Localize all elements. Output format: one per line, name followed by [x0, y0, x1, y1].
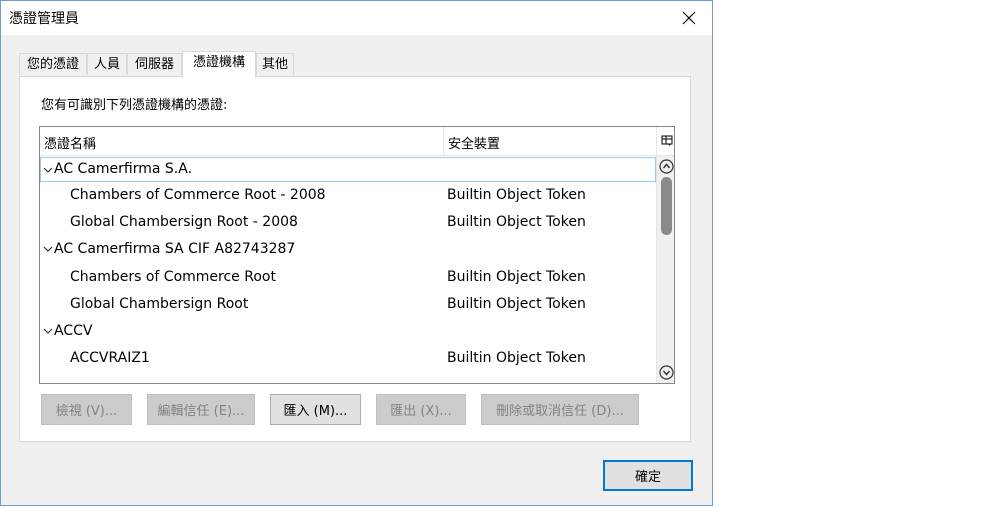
column-header-name[interactable]: 憑證名稱: [44, 133, 96, 152]
scroll-up-icon: [659, 159, 674, 174]
certificate-name: Chambers of Commerce Root - 2008: [70, 187, 326, 203]
certificate-name: Global Chambersign Root - 2008: [70, 214, 298, 231]
tree-row[interactable]: Global Chambersign Root - 2008 Builtin Ob…: [40, 209, 656, 236]
tree-group-row[interactable]: AC Camerfirma SA CIF A82743287: [40, 236, 656, 263]
column-picker-button[interactable]: [656, 127, 674, 155]
scroll-up-button[interactable]: [658, 158, 674, 175]
export-button[interactable]: 匯出 (X)...: [376, 394, 466, 425]
tab-authorities[interactable]: 憑證機構: [182, 51, 256, 78]
column-header-device[interactable]: 安全裝置: [448, 133, 500, 152]
delete-distrust-button[interactable]: 刪除或取消信任 (D)...: [481, 394, 639, 425]
vertical-scrollbar[interactable]: [656, 156, 674, 383]
view-button[interactable]: 檢視 (V)...: [41, 394, 132, 425]
security-device: Builtin Object Token: [447, 187, 586, 203]
column-separator[interactable]: [443, 127, 444, 155]
security-device: Builtin Object Token: [447, 268, 586, 285]
certificate-tree[interactable]: 憑證名稱 安全裝置 AC Camerfirma S.A. Chambers of …: [39, 126, 675, 384]
certificate-name: ACCVRAIZ1: [70, 350, 150, 367]
close-icon: [682, 11, 696, 25]
tree-group-row[interactable]: ACCV: [40, 318, 656, 345]
security-device: Builtin Object Token: [447, 214, 586, 231]
tab-servers[interactable]: 伺服器: [127, 53, 182, 75]
column-picker-icon: [661, 135, 672, 146]
scroll-down-button[interactable]: [658, 364, 674, 381]
panel-description: 您有可識別下列憑證機構的憑證:: [41, 98, 228, 113]
title-bar: 憑證管理員: [1, 1, 712, 35]
close-button[interactable]: [666, 1, 712, 35]
tree-row[interactable]: ACCVRAIZ1 Builtin Object Token: [40, 345, 656, 372]
edit-trust-button[interactable]: 編輯信任 (E)...: [147, 394, 255, 425]
tree-row[interactable]: Chambers of Commerce Root - 2008 Builtin …: [40, 182, 656, 209]
chevron-down-icon[interactable]: [42, 318, 54, 345]
window-title: 憑證管理員: [9, 11, 79, 27]
tree-row[interactable]: Global Chambersign Root Builtin Object To…: [40, 291, 656, 318]
scroll-down-icon: [659, 365, 674, 380]
certificate-name: Global Chambersign Root: [70, 295, 249, 312]
tree-header: 憑證名稱 安全裝置: [40, 127, 674, 156]
chevron-down-icon[interactable]: [42, 236, 54, 263]
import-button[interactable]: 匯入 (M)...: [270, 394, 361, 425]
authority-name: AC Camerfirma SA CIF A82743287: [54, 241, 296, 258]
chevron-down-icon[interactable]: [42, 157, 54, 184]
certificate-manager-dialog: 憑證管理員 您的憑證 人員 伺服器 憑證機構 其他 您有可識別下列憑證機構的憑證…: [0, 0, 713, 506]
authority-name: AC Camerfirma S.A.: [54, 161, 193, 177]
tree-rows: AC Camerfirma S.A. Chambers of Commerce R…: [40, 156, 656, 372]
certificate-name: Chambers of Commerce Root: [70, 268, 276, 285]
authority-name: ACCV: [54, 322, 93, 339]
scrollbar-thumb[interactable]: [661, 177, 672, 235]
ok-button[interactable]: 確定: [603, 460, 693, 491]
security-device: Builtin Object Token: [447, 350, 586, 367]
tab-others[interactable]: 其他: [256, 53, 294, 75]
tab-panel: 您有可識別下列憑證機構的憑證: 憑證名稱 安全裝置 AC Camerfirma …: [19, 76, 691, 442]
tab-people[interactable]: 人員: [87, 53, 127, 75]
tab-your-certificates[interactable]: 您的憑證: [19, 53, 87, 75]
security-device: Builtin Object Token: [447, 295, 586, 312]
tree-group-row[interactable]: AC Camerfirma S.A.: [40, 157, 656, 182]
tree-row[interactable]: Chambers of Commerce Root Builtin Object …: [40, 264, 656, 291]
